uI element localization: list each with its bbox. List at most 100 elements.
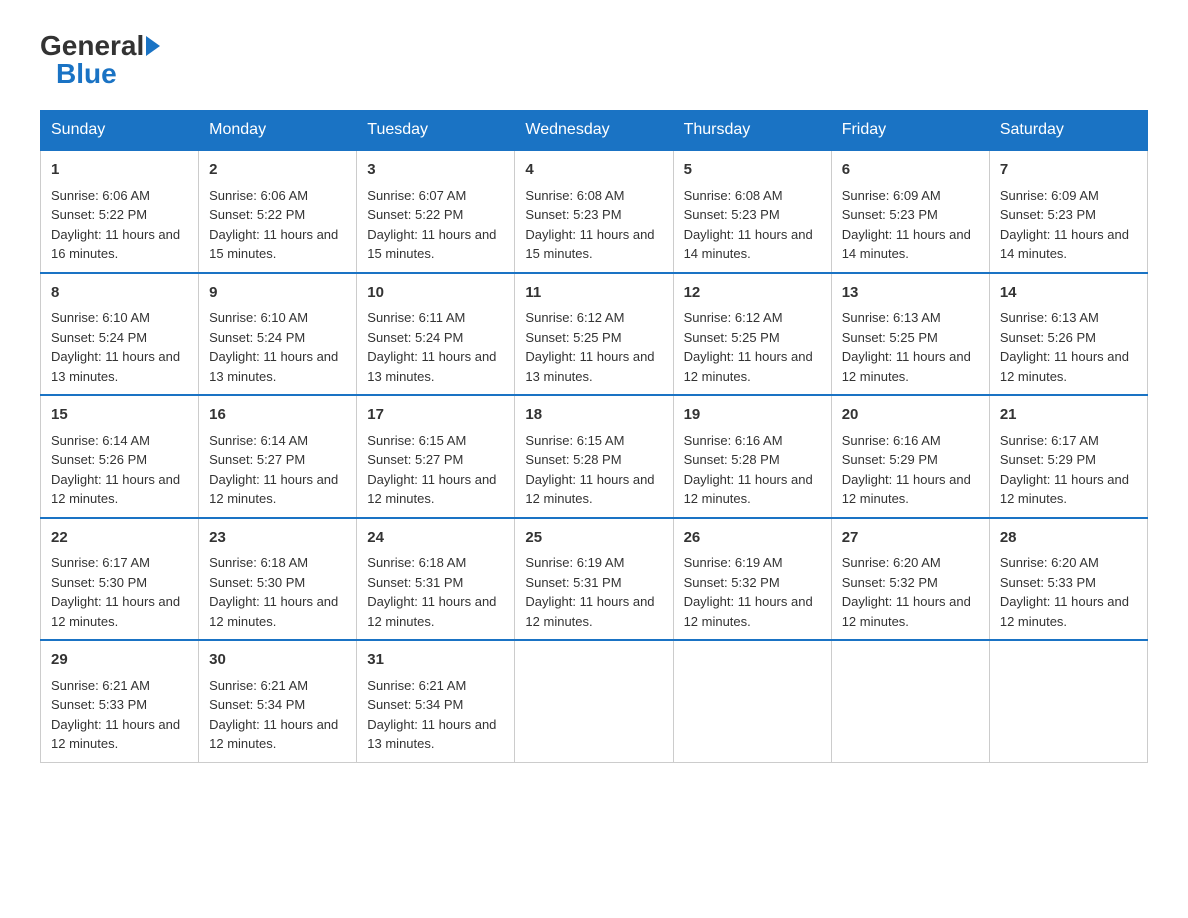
day-number: 5 — [684, 159, 821, 182]
calendar-cell: 19 Sunrise: 6:16 AMSunset: 5:28 PMDaylig… — [673, 395, 831, 518]
calendar-cell: 1 Sunrise: 6:06 AMSunset: 5:22 PMDayligh… — [41, 150, 199, 273]
logo: General Blue — [40, 30, 162, 90]
day-info: Sunrise: 6:13 AMSunset: 5:26 PMDaylight:… — [1000, 310, 1129, 384]
day-info: Sunrise: 6:20 AMSunset: 5:33 PMDaylight:… — [1000, 555, 1129, 629]
day-number: 8 — [51, 282, 188, 305]
day-number: 4 — [525, 159, 662, 182]
day-info: Sunrise: 6:14 AMSunset: 5:26 PMDaylight:… — [51, 433, 180, 507]
day-number: 2 — [209, 159, 346, 182]
calendar-cell: 23 Sunrise: 6:18 AMSunset: 5:30 PMDaylig… — [199, 518, 357, 641]
calendar-cell: 31 Sunrise: 6:21 AMSunset: 5:34 PMDaylig… — [357, 640, 515, 762]
calendar-cell: 25 Sunrise: 6:19 AMSunset: 5:31 PMDaylig… — [515, 518, 673, 641]
day-info: Sunrise: 6:07 AMSunset: 5:22 PMDaylight:… — [367, 188, 496, 262]
day-number: 14 — [1000, 282, 1137, 305]
day-number: 11 — [525, 282, 662, 305]
day-number: 3 — [367, 159, 504, 182]
day-info: Sunrise: 6:06 AMSunset: 5:22 PMDaylight:… — [209, 188, 338, 262]
day-info: Sunrise: 6:16 AMSunset: 5:28 PMDaylight:… — [684, 433, 813, 507]
day-number: 23 — [209, 527, 346, 550]
day-info: Sunrise: 6:18 AMSunset: 5:31 PMDaylight:… — [367, 555, 496, 629]
calendar-cell: 6 Sunrise: 6:09 AMSunset: 5:23 PMDayligh… — [831, 150, 989, 273]
calendar-cell: 2 Sunrise: 6:06 AMSunset: 5:22 PMDayligh… — [199, 150, 357, 273]
column-header-friday: Friday — [831, 111, 989, 151]
day-number: 12 — [684, 282, 821, 305]
day-info: Sunrise: 6:20 AMSunset: 5:32 PMDaylight:… — [842, 555, 971, 629]
calendar-cell: 24 Sunrise: 6:18 AMSunset: 5:31 PMDaylig… — [357, 518, 515, 641]
calendar-cell: 18 Sunrise: 6:15 AMSunset: 5:28 PMDaylig… — [515, 395, 673, 518]
day-info: Sunrise: 6:10 AMSunset: 5:24 PMDaylight:… — [209, 310, 338, 384]
calendar-cell: 29 Sunrise: 6:21 AMSunset: 5:33 PMDaylig… — [41, 640, 199, 762]
day-number: 26 — [684, 527, 821, 550]
day-number: 16 — [209, 404, 346, 427]
calendar-cell: 14 Sunrise: 6:13 AMSunset: 5:26 PMDaylig… — [989, 273, 1147, 396]
column-header-tuesday: Tuesday — [357, 111, 515, 151]
day-info: Sunrise: 6:16 AMSunset: 5:29 PMDaylight:… — [842, 433, 971, 507]
calendar-week-3: 15 Sunrise: 6:14 AMSunset: 5:26 PMDaylig… — [41, 395, 1148, 518]
calendar-cell: 13 Sunrise: 6:13 AMSunset: 5:25 PMDaylig… — [831, 273, 989, 396]
column-header-thursday: Thursday — [673, 111, 831, 151]
day-info: Sunrise: 6:18 AMSunset: 5:30 PMDaylight:… — [209, 555, 338, 629]
calendar-week-5: 29 Sunrise: 6:21 AMSunset: 5:33 PMDaylig… — [41, 640, 1148, 762]
calendar-cell: 30 Sunrise: 6:21 AMSunset: 5:34 PMDaylig… — [199, 640, 357, 762]
day-number: 27 — [842, 527, 979, 550]
column-header-sunday: Sunday — [41, 111, 199, 151]
calendar-cell: 9 Sunrise: 6:10 AMSunset: 5:24 PMDayligh… — [199, 273, 357, 396]
day-info: Sunrise: 6:14 AMSunset: 5:27 PMDaylight:… — [209, 433, 338, 507]
calendar-cell: 27 Sunrise: 6:20 AMSunset: 5:32 PMDaylig… — [831, 518, 989, 641]
calendar-cell — [515, 640, 673, 762]
day-info: Sunrise: 6:09 AMSunset: 5:23 PMDaylight:… — [1000, 188, 1129, 262]
day-number: 7 — [1000, 159, 1137, 182]
day-info: Sunrise: 6:19 AMSunset: 5:31 PMDaylight:… — [525, 555, 654, 629]
day-number: 29 — [51, 649, 188, 672]
calendar-cell: 16 Sunrise: 6:14 AMSunset: 5:27 PMDaylig… — [199, 395, 357, 518]
day-number: 31 — [367, 649, 504, 672]
day-number: 22 — [51, 527, 188, 550]
day-info: Sunrise: 6:15 AMSunset: 5:27 PMDaylight:… — [367, 433, 496, 507]
day-number: 18 — [525, 404, 662, 427]
column-header-monday: Monday — [199, 111, 357, 151]
calendar-cell: 7 Sunrise: 6:09 AMSunset: 5:23 PMDayligh… — [989, 150, 1147, 273]
column-header-wednesday: Wednesday — [515, 111, 673, 151]
day-number: 10 — [367, 282, 504, 305]
day-number: 9 — [209, 282, 346, 305]
calendar-week-1: 1 Sunrise: 6:06 AMSunset: 5:22 PMDayligh… — [41, 150, 1148, 273]
day-number: 13 — [842, 282, 979, 305]
day-number: 17 — [367, 404, 504, 427]
calendar-cell: 28 Sunrise: 6:20 AMSunset: 5:33 PMDaylig… — [989, 518, 1147, 641]
calendar-cell: 15 Sunrise: 6:14 AMSunset: 5:26 PMDaylig… — [41, 395, 199, 518]
day-info: Sunrise: 6:13 AMSunset: 5:25 PMDaylight:… — [842, 310, 971, 384]
day-number: 24 — [367, 527, 504, 550]
calendar-week-2: 8 Sunrise: 6:10 AMSunset: 5:24 PMDayligh… — [41, 273, 1148, 396]
calendar-cell: 17 Sunrise: 6:15 AMSunset: 5:27 PMDaylig… — [357, 395, 515, 518]
calendar-cell — [673, 640, 831, 762]
day-info: Sunrise: 6:10 AMSunset: 5:24 PMDaylight:… — [51, 310, 180, 384]
day-number: 15 — [51, 404, 188, 427]
day-info: Sunrise: 6:09 AMSunset: 5:23 PMDaylight:… — [842, 188, 971, 262]
day-info: Sunrise: 6:12 AMSunset: 5:25 PMDaylight:… — [684, 310, 813, 384]
logo-blue-text: Blue — [56, 58, 117, 90]
day-number: 19 — [684, 404, 821, 427]
day-info: Sunrise: 6:21 AMSunset: 5:33 PMDaylight:… — [51, 678, 180, 752]
calendar-cell: 3 Sunrise: 6:07 AMSunset: 5:22 PMDayligh… — [357, 150, 515, 273]
page-header: General Blue — [40, 30, 1148, 90]
calendar-table: SundayMondayTuesdayWednesdayThursdayFrid… — [40, 110, 1148, 763]
day-info: Sunrise: 6:06 AMSunset: 5:22 PMDaylight:… — [51, 188, 180, 262]
calendar-cell: 5 Sunrise: 6:08 AMSunset: 5:23 PMDayligh… — [673, 150, 831, 273]
logo-arrow-icon — [146, 36, 160, 56]
calendar-cell: 10 Sunrise: 6:11 AMSunset: 5:24 PMDaylig… — [357, 273, 515, 396]
day-info: Sunrise: 6:12 AMSunset: 5:25 PMDaylight:… — [525, 310, 654, 384]
calendar-cell: 20 Sunrise: 6:16 AMSunset: 5:29 PMDaylig… — [831, 395, 989, 518]
day-number: 28 — [1000, 527, 1137, 550]
calendar-cell: 12 Sunrise: 6:12 AMSunset: 5:25 PMDaylig… — [673, 273, 831, 396]
day-number: 30 — [209, 649, 346, 672]
day-info: Sunrise: 6:15 AMSunset: 5:28 PMDaylight:… — [525, 433, 654, 507]
day-info: Sunrise: 6:21 AMSunset: 5:34 PMDaylight:… — [209, 678, 338, 752]
day-info: Sunrise: 6:11 AMSunset: 5:24 PMDaylight:… — [367, 310, 496, 384]
calendar-cell: 11 Sunrise: 6:12 AMSunset: 5:25 PMDaylig… — [515, 273, 673, 396]
calendar-cell: 22 Sunrise: 6:17 AMSunset: 5:30 PMDaylig… — [41, 518, 199, 641]
calendar-cell — [989, 640, 1147, 762]
day-number: 20 — [842, 404, 979, 427]
calendar-week-4: 22 Sunrise: 6:17 AMSunset: 5:30 PMDaylig… — [41, 518, 1148, 641]
calendar-cell: 26 Sunrise: 6:19 AMSunset: 5:32 PMDaylig… — [673, 518, 831, 641]
calendar-cell — [831, 640, 989, 762]
